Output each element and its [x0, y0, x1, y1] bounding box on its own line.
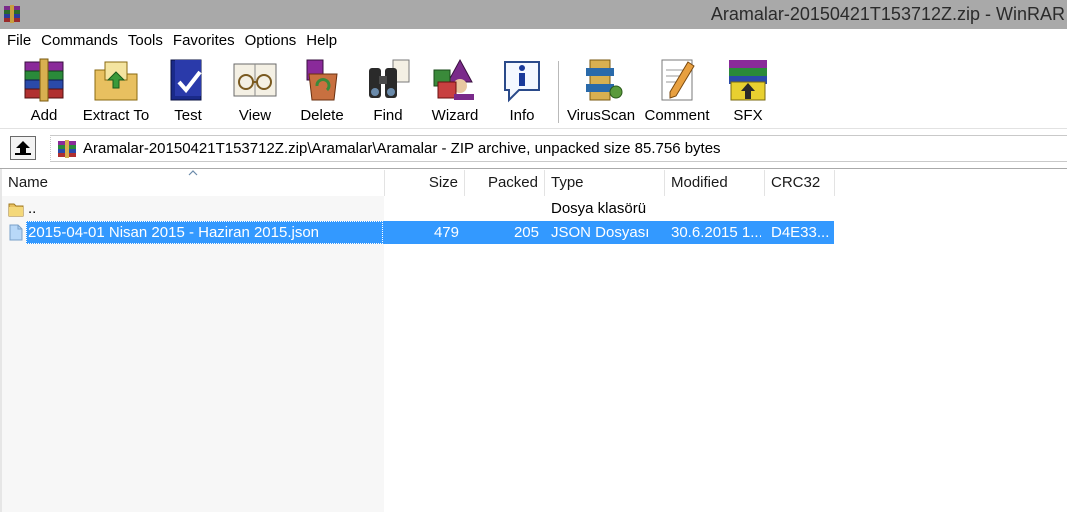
menu-favorites[interactable]: Favorites [168, 29, 240, 53]
address-path-text: Aramalar-20150421T153712Z.zip\Aramalar\A… [83, 140, 721, 157]
wizard-button[interactable]: Wizard [428, 55, 482, 127]
file-modified: 30.6.2015 1... [671, 224, 761, 241]
sfx-button[interactable]: SFX [722, 55, 774, 127]
column-modified[interactable]: Modified [665, 170, 765, 196]
find-button[interactable]: Find [362, 55, 414, 127]
file-name: 2015-04-01 Nisan 2015 - Haziran 2015.jso… [28, 224, 320, 241]
menu-tools[interactable]: Tools [123, 29, 168, 53]
folder-icon [8, 203, 24, 217]
toolbar: Add Extract To Test View Delete Find Wiz… [0, 53, 1067, 129]
find-binoculars-icon [369, 59, 410, 98]
file-type: JSON Dosyası [551, 224, 650, 241]
up-arrow-icon [15, 141, 31, 155]
view-button[interactable]: View [228, 55, 282, 127]
delete-button[interactable]: Delete [296, 55, 348, 127]
column-type[interactable]: Type [545, 170, 665, 196]
sort-ascending-icon [188, 170, 198, 176]
file-icon [9, 224, 23, 241]
column-packed[interactable]: Packed [465, 170, 545, 196]
extract-to-button[interactable]: Extract To [82, 55, 150, 127]
view-label: View [238, 107, 272, 124]
file-type: Dosya klasörü [551, 200, 647, 217]
virusscan-icon [586, 59, 623, 101]
file-list[interactable]: Name Size Packed Type Modified CRC32 .. … [0, 168, 1067, 512]
comment-button[interactable]: Comment [642, 55, 712, 127]
column-header: Name Size Packed Type Modified CRC32 [2, 170, 1067, 196]
file-packed [465, 197, 539, 220]
comment-label: Comment [644, 107, 710, 124]
view-glasses-icon [233, 63, 277, 97]
add-button[interactable]: Add [16, 55, 72, 127]
list-item-json-file[interactable]: 2015-04-01 Nisan 2015 - Haziran 2015.jso… [26, 221, 834, 244]
info-label: Info [509, 107, 535, 124]
column-size[interactable]: Size [385, 170, 465, 196]
comment-pen-icon [661, 59, 695, 101]
find-label: Find [373, 107, 403, 124]
delete-label: Delete [300, 107, 344, 124]
file-size: 479 [433, 224, 459, 241]
archive-icon [58, 139, 76, 158]
info-button[interactable]: Info [496, 55, 548, 127]
virusscan-button[interactable]: VirusScan [566, 55, 636, 127]
address-path-field[interactable]: Aramalar-20150421T153712Z.zip\Aramalar\A… [50, 135, 1067, 162]
menu-file[interactable]: File [2, 29, 36, 53]
column-crc32[interactable]: CRC32 [765, 170, 835, 196]
extract-folder-icon [94, 61, 138, 101]
file-crc32: D4E33... [771, 224, 830, 241]
menu-commands[interactable]: Commands [36, 29, 123, 53]
menu-help[interactable]: Help [301, 29, 342, 53]
winrar-app-icon[interactable] [2, 4, 22, 24]
wizard-icon [433, 58, 474, 100]
sfx-box-icon [729, 60, 767, 101]
add-archive-icon [24, 58, 64, 102]
menu-options[interactable]: Options [240, 29, 302, 53]
file-size [385, 197, 459, 220]
list-item-parent-folder[interactable]: .. Dosya klasörü [2, 197, 834, 220]
test-button[interactable]: Test [162, 55, 214, 127]
test-book-icon [170, 59, 202, 101]
sfx-label: SFX [733, 107, 763, 124]
file-crc32 [771, 197, 831, 220]
virusscan-label: VirusScan [566, 107, 636, 124]
info-icon [504, 61, 540, 103]
toolbar-separator [558, 61, 559, 123]
wizard-label: Wizard [431, 107, 479, 124]
address-bar: Aramalar-20150421T153712Z.zip\Aramalar\A… [0, 130, 1067, 166]
up-folder-button[interactable] [10, 136, 36, 160]
menu-bar: File Commands Tools Favorites Options He… [0, 29, 1067, 53]
file-packed: 205 [513, 224, 539, 241]
file-name: .. [28, 200, 37, 217]
file-modified [671, 197, 765, 220]
title-bar[interactable]: Aramalar-20150421T153712Z.zip - WinRAR [0, 0, 1067, 29]
delete-recycle-icon [306, 59, 338, 101]
test-label: Test [174, 107, 202, 124]
extract-to-label: Extract To [82, 107, 150, 124]
add-label: Add [30, 107, 58, 124]
window-title: Aramalar-20150421T153712Z.zip - WinRAR [710, 4, 1065, 24]
